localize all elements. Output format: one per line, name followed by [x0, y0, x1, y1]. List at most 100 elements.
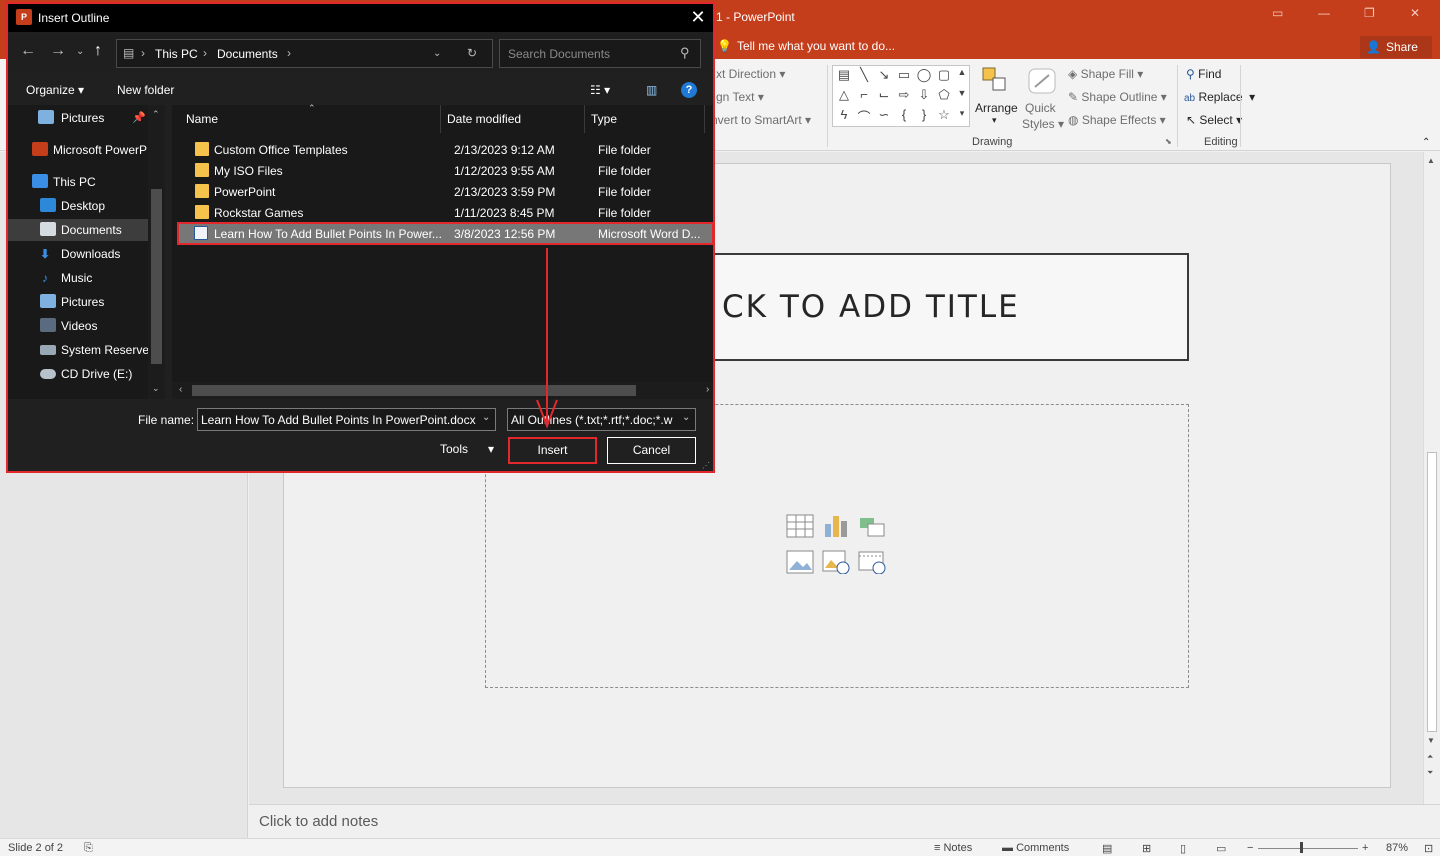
- fit-to-window-icon[interactable]: ⊡: [1424, 842, 1433, 855]
- column-header-name[interactable]: Name: [186, 112, 218, 126]
- scroll-left-icon[interactable]: ‹: [179, 384, 182, 395]
- insert-picture-icon[interactable]: [786, 550, 814, 574]
- find-button[interactable]: ⚲ Find: [1186, 67, 1221, 81]
- zoom-slider[interactable]: [1258, 848, 1358, 849]
- column-divider[interactable]: [440, 105, 441, 133]
- line-shape-icon[interactable]: ╲: [855, 67, 873, 83]
- nav-item-pictures[interactable]: Pictures: [8, 291, 148, 313]
- rectangle-shape-icon[interactable]: ▭: [895, 67, 913, 83]
- column-divider[interactable]: [584, 105, 585, 133]
- rounded-rect-shape-icon[interactable]: ▢: [935, 67, 953, 83]
- oval-shape-icon[interactable]: ◯: [915, 67, 933, 83]
- recent-locations-icon[interactable]: ⌄: [76, 46, 84, 57]
- close-window-icon[interactable]: ✕: [1410, 6, 1420, 20]
- scroll-down-icon[interactable]: ⌄: [152, 383, 160, 394]
- nav-item-powerpoint[interactable]: Microsoft PowerP: [8, 139, 148, 161]
- nav-item-downloads[interactable]: ⬇ Downloads: [8, 243, 148, 265]
- breadcrumb-documents[interactable]: Documents: [217, 47, 278, 61]
- align-text-button[interactable]: gn Text ▾: [716, 90, 764, 104]
- arrow-line-shape-icon[interactable]: ↘: [875, 67, 893, 83]
- collapse-ribbon-icon[interactable]: ⌃: [1422, 137, 1430, 148]
- slide-vertical-scrollbar[interactable]: ▲ ▼ ⏶ ⏷: [1423, 152, 1440, 804]
- search-input[interactable]: [501, 41, 677, 66]
- replace-button[interactable]: ab Replace ▾: [1184, 90, 1255, 104]
- address-bar[interactable]: ▤ › This PC › Documents › ⌄ ↻: [116, 39, 493, 68]
- view-options-icon[interactable]: ☷ ▾: [590, 83, 610, 97]
- search-box[interactable]: ⚲: [499, 39, 701, 68]
- gallery-up-icon[interactable]: ▲: [953, 67, 971, 77]
- freeform-shape-icon[interactable]: ϟ: [835, 107, 853, 122]
- ribbon-display-options-icon[interactable]: ▭: [1272, 6, 1283, 20]
- nav-item-system-reserved[interactable]: System Reservec: [8, 339, 148, 361]
- notes-pane[interactable]: Click to add notes: [249, 804, 1440, 838]
- restore-icon[interactable]: ❐: [1364, 6, 1375, 20]
- arc-shape-icon[interactable]: ⌒: [855, 107, 873, 126]
- normal-view-icon[interactable]: ▤: [1102, 842, 1112, 855]
- triangle-shape-icon[interactable]: △: [835, 87, 853, 103]
- pentagon-shape-icon[interactable]: ⬠: [935, 87, 953, 103]
- column-divider[interactable]: [704, 105, 705, 133]
- scrollbar-thumb[interactable]: [151, 189, 162, 364]
- close-dialog-icon[interactable]: ✕: [688, 7, 708, 28]
- share-button[interactable]: 👤 Share: [1360, 36, 1432, 58]
- curve-shape-icon[interactable]: ∽: [875, 107, 893, 123]
- next-slide-icon[interactable]: ⏷: [1427, 768, 1433, 778]
- convert-smartart-button[interactable]: nvert to SmartArt ▾: [711, 113, 811, 127]
- scroll-right-icon[interactable]: ›: [706, 384, 709, 395]
- zoom-in-icon[interactable]: +: [1362, 842, 1368, 854]
- connector-shape-icon[interactable]: ⌐: [855, 87, 873, 102]
- tools-dropdown[interactable]: Tools ▾: [440, 442, 494, 456]
- nav-item-music[interactable]: ♪ Music: [8, 267, 148, 289]
- comments-toggle[interactable]: ▬ Comments: [1002, 842, 1069, 854]
- shape-outline-button[interactable]: ✎ Shape Outline ▾: [1068, 90, 1167, 104]
- reading-view-icon[interactable]: ▯: [1180, 842, 1186, 855]
- file-row[interactable]: My ISO Files 1/12/2023 9:55 AM File fold…: [184, 160, 714, 181]
- left-brace-shape-icon[interactable]: {: [895, 107, 913, 122]
- select-button[interactable]: ↖ Select ▾: [1186, 113, 1242, 127]
- nav-item-videos[interactable]: Videos: [8, 315, 148, 337]
- zoom-level[interactable]: 87%: [1386, 842, 1408, 854]
- gallery-more-icon[interactable]: ▾: [953, 108, 971, 119]
- forward-icon[interactable]: →: [50, 42, 66, 60]
- resize-grip-icon[interactable]: ⋰: [702, 461, 710, 470]
- arrange-button[interactable]: Arrange ▾: [974, 65, 1020, 131]
- textbox-shape-icon[interactable]: ▤: [835, 67, 853, 83]
- insert-online-picture-icon[interactable]: [822, 550, 850, 574]
- insert-video-icon[interactable]: [858, 550, 886, 574]
- insert-smartart-icon[interactable]: [858, 514, 886, 538]
- refresh-icon[interactable]: ↻: [467, 46, 477, 60]
- tell-me-box[interactable]: 💡 Tell me what you want to do...: [717, 39, 895, 53]
- gallery-down-icon[interactable]: ▼: [953, 88, 971, 98]
- nav-item-desktop[interactable]: Desktop: [8, 195, 148, 217]
- star-shape-icon[interactable]: ☆: [935, 107, 953, 123]
- elbow-shape-icon[interactable]: ⌙: [875, 87, 893, 103]
- breadcrumb-this-pc[interactable]: This PC: [155, 47, 198, 61]
- drawing-launcher-icon[interactable]: ⬊: [1165, 137, 1172, 146]
- previous-slide-icon[interactable]: ⏶: [1427, 752, 1433, 762]
- notes-toggle[interactable]: ≡ Notes: [934, 842, 972, 854]
- cancel-button[interactable]: Cancel: [607, 437, 696, 464]
- shape-effects-button[interactable]: ◍ Shape Effects ▾: [1068, 113, 1166, 127]
- file-row-selected[interactable]: Learn How To Add Bullet Points In Power.…: [177, 222, 714, 245]
- help-icon[interactable]: ?: [681, 82, 697, 98]
- right-brace-shape-icon[interactable]: }: [915, 107, 933, 122]
- text-direction-button[interactable]: xt Direction ▾: [716, 67, 785, 81]
- nav-item-cd-drive[interactable]: CD Drive (E:): [8, 363, 148, 385]
- nav-item-documents[interactable]: Documents: [8, 219, 148, 241]
- file-row[interactable]: PowerPoint 2/13/2023 3:59 PM File folder: [184, 181, 714, 202]
- insert-table-icon[interactable]: [786, 514, 814, 538]
- new-folder-button[interactable]: New folder: [117, 83, 174, 97]
- organize-button[interactable]: Organize ▾: [26, 83, 84, 97]
- preview-pane-icon[interactable]: ▥: [646, 83, 657, 97]
- scrollbar-thumb[interactable]: [192, 385, 636, 396]
- zoom-slider-thumb[interactable]: [1300, 842, 1303, 853]
- back-icon[interactable]: ←: [20, 42, 36, 60]
- search-icon[interactable]: ⚲: [680, 45, 690, 61]
- scroll-up-icon[interactable]: ⌃: [152, 109, 160, 120]
- file-list-horizontal-scrollbar[interactable]: ‹ ›: [172, 382, 713, 399]
- insert-button[interactable]: Insert: [508, 437, 597, 464]
- slideshow-icon[interactable]: ▭: [1216, 842, 1226, 855]
- scrollbar-thumb[interactable]: [1427, 452, 1437, 732]
- file-name-combobox[interactable]: Learn How To Add Bullet Points In PowerP…: [197, 408, 496, 431]
- column-header-type[interactable]: Type: [591, 112, 617, 126]
